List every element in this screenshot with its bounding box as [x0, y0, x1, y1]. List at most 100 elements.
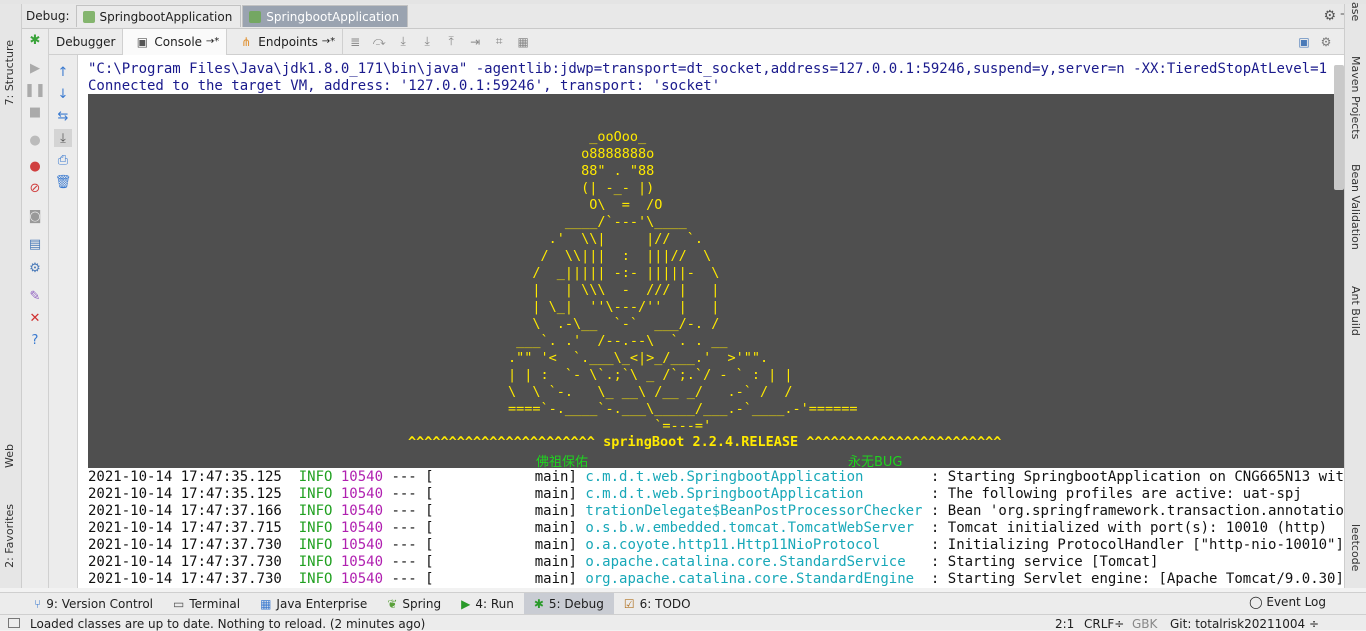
cursor-position[interactable]: 2:1	[1055, 617, 1074, 631]
debug-icon: ✱	[533, 596, 544, 611]
git-branch[interactable]: Git: totalrisk20211004 ÷	[1170, 617, 1319, 631]
log-time: 2021-10-14 17:47:35.125	[88, 486, 299, 502]
log-pid: 10540	[340, 469, 392, 485]
stop-icon[interactable]: ■	[26, 103, 44, 121]
bottom-tab-label: 9: Version Control	[46, 596, 154, 611]
leetcode-tool-tab[interactable]: leetcode	[1349, 524, 1362, 571]
rerun-icon[interactable]: ✱	[26, 31, 44, 49]
event-log-label: Event Log	[1266, 595, 1326, 609]
line-separator[interactable]: CRLF÷	[1084, 617, 1124, 631]
step-into-icon[interactable]: ⤓	[395, 34, 411, 50]
bottom-tab-terminal[interactable]: ▭ Terminal	[163, 593, 250, 615]
bottom-tab-label: Spring	[402, 596, 442, 611]
view-breakpoints-icon[interactable]: ●	[26, 157, 44, 175]
console-side-toolbar: ↑ ↓ ⇆ ⤓ ⎙ 🗑	[49, 55, 78, 588]
clear-all-icon[interactable]: 🗑	[54, 173, 72, 191]
soft-wrap-icon[interactable]: ⇆	[54, 107, 72, 125]
bottom-tab-java-enterprise[interactable]: ▦ Java Enterprise	[250, 593, 377, 615]
mute-breakpoints-icon[interactable]: ●	[26, 131, 44, 149]
debug-session-tab-2[interactable]: SpringbootApplication	[242, 5, 409, 27]
log-line: 2021-10-14 17:47:37.730 INFO 10540 --- […	[88, 571, 1344, 588]
resume-icon[interactable]: ▶	[26, 59, 44, 77]
close-icon[interactable]: ✕	[26, 309, 44, 327]
bottom-tab-version-control[interactable]: ⑂ 9: Version Control	[24, 593, 163, 615]
database-tool-tab[interactable]: ase	[1349, 2, 1362, 21]
log-sep: --- [	[391, 469, 443, 485]
web-tool-tab[interactable]: Web	[3, 444, 16, 468]
gear-icon[interactable]: ⚙	[1323, 8, 1336, 24]
up-arrow-icon[interactable]: ↑	[54, 63, 72, 81]
log-sep: --- [	[391, 537, 443, 553]
tab-endpoints[interactable]: ⋔ Endpoints →*	[227, 28, 344, 55]
log-line: 2021-10-14 17:47:37.166 INFO 10540 --- […	[88, 503, 1344, 520]
log-message: : The following profiles are active: uat…	[930, 486, 1302, 502]
force-step-into-icon[interactable]: ⤓	[419, 34, 435, 50]
bottom-tab-run[interactable]: ▶ 4: Run	[451, 593, 524, 615]
ascii-banner: _ooOoo_ o8888888o 88" . "88 (| -_- |) O\…	[88, 94, 1344, 470]
console-output[interactable]: "C:\Program Files\Java\jdk1.8.0_171\bin\…	[78, 55, 1344, 588]
show-execution-point-icon[interactable]: ≣	[347, 34, 363, 50]
layout-icon[interactable]: ▤	[26, 235, 44, 253]
console-scrollbar[interactable]	[1334, 65, 1344, 190]
camera-icon[interactable]: ◙	[26, 207, 44, 225]
right-tool-strip: ase Maven Projects Bean Validation Ant B…	[1344, 2, 1366, 588]
log-logger: o.a.coyote.http11.Http11NioProtocol	[585, 537, 931, 553]
log-line: 2021-10-14 17:47:35.125 INFO 10540 --- […	[88, 469, 1344, 486]
log-level: INFO	[298, 469, 341, 485]
status-panel-icon[interactable]	[8, 618, 20, 628]
log-logger: org.apache.catalina.core.StandardEngine	[585, 571, 931, 587]
restore-layout-icon[interactable]: ▣	[1296, 34, 1312, 50]
log-logger: o.s.b.w.embedded.tomcat.TomcatWebServer	[585, 520, 931, 536]
down-arrow-icon[interactable]: ↓	[54, 85, 72, 103]
log-line: 2021-10-14 17:47:37.730 INFO 10540 --- […	[88, 537, 1344, 554]
maven-projects-tool-tab[interactable]: Maven Projects	[1349, 56, 1362, 139]
log-time: 2021-10-14 17:47:37.730	[88, 571, 299, 587]
bottom-tab-debug[interactable]: ✱ 5: Debug	[523, 592, 614, 615]
tab-console-label: Console	[154, 34, 203, 49]
pause-icon[interactable]: ❚❚	[24, 81, 46, 99]
log-pid: 10540	[340, 537, 392, 553]
log-thread: main]	[442, 486, 586, 502]
log-sep: --- [	[391, 571, 443, 587]
step-out-icon[interactable]: ⤒	[443, 34, 459, 50]
log-time: 2021-10-14 17:47:37.730	[88, 537, 299, 553]
status-message: Loaded classes are up to date. Nothing t…	[30, 617, 426, 631]
print-icon[interactable]: ⎙	[54, 151, 72, 169]
step-over-icon[interactable]: ⤼	[371, 34, 387, 50]
bean-validation-tool-tab[interactable]: Bean Validation	[1349, 164, 1362, 250]
run-to-cursor-icon[interactable]: ⇥	[467, 34, 483, 50]
favorites-tool-tab[interactable]: 2: Favorites	[3, 504, 16, 568]
ant-build-tool-tab[interactable]: Ant Build	[1349, 286, 1362, 336]
pin-icon[interactable]: ✎	[26, 287, 44, 305]
bottom-tab-todo[interactable]: ☑ 6: TODO	[614, 593, 701, 615]
tab-debugger-label: Debugger	[56, 34, 116, 49]
debug-session-tab-1[interactable]: SpringbootApplication	[75, 5, 242, 27]
no-breakpoints-icon[interactable]: ⊘	[26, 179, 44, 197]
console-tabs-bar: Debugger ▣ Console →* ⋔ Endpoints →* ≣ ⤼ ⤓…	[49, 28, 1344, 55]
log-thread: main]	[442, 520, 586, 536]
tab-debugger[interactable]: Debugger	[49, 28, 124, 55]
spring-app-icon	[82, 10, 95, 23]
log-line: 2021-10-14 17:47:37.730 INFO 10540 --- […	[88, 554, 1158, 571]
event-log-button[interactable]: ◯ Event Log	[1249, 595, 1326, 609]
bottom-tab-spring[interactable]: ❦ Spring	[377, 593, 451, 615]
blessing-right: 永无BUG	[848, 455, 903, 470]
log-time: 2021-10-14 17:47:37.730	[88, 554, 299, 570]
log-sep: --- [	[391, 486, 443, 502]
frames-icon[interactable]: ▦	[515, 34, 531, 50]
evaluate-icon[interactable]: ⌗	[491, 34, 507, 50]
scroll-to-end-icon[interactable]: ⤓	[54, 129, 72, 147]
log-sep: --- [	[391, 554, 443, 570]
encoding[interactable]: GBK	[1132, 617, 1157, 631]
log-time: 2021-10-14 17:47:37.715	[88, 520, 299, 536]
options-icon[interactable]: ⚙	[1318, 34, 1334, 50]
log-message: : Tomcat initialized with port(s): 10010…	[930, 520, 1328, 536]
tab-endpoints-suffix: →*	[321, 36, 336, 47]
log-message: : Starting SpringbootApplication on CNG6…	[930, 469, 1344, 485]
settings-icon[interactable]: ⚙	[26, 259, 44, 277]
help-icon[interactable]: ?	[26, 331, 44, 349]
structure-tool-tab[interactable]: 7: Structure	[3, 40, 16, 105]
log-message: : Initializing ProtocolHandler ["http-ni…	[930, 537, 1344, 553]
tab-console[interactable]: ▣ Console →*	[123, 28, 228, 55]
bottom-tab-label: 4: Run	[475, 596, 514, 611]
